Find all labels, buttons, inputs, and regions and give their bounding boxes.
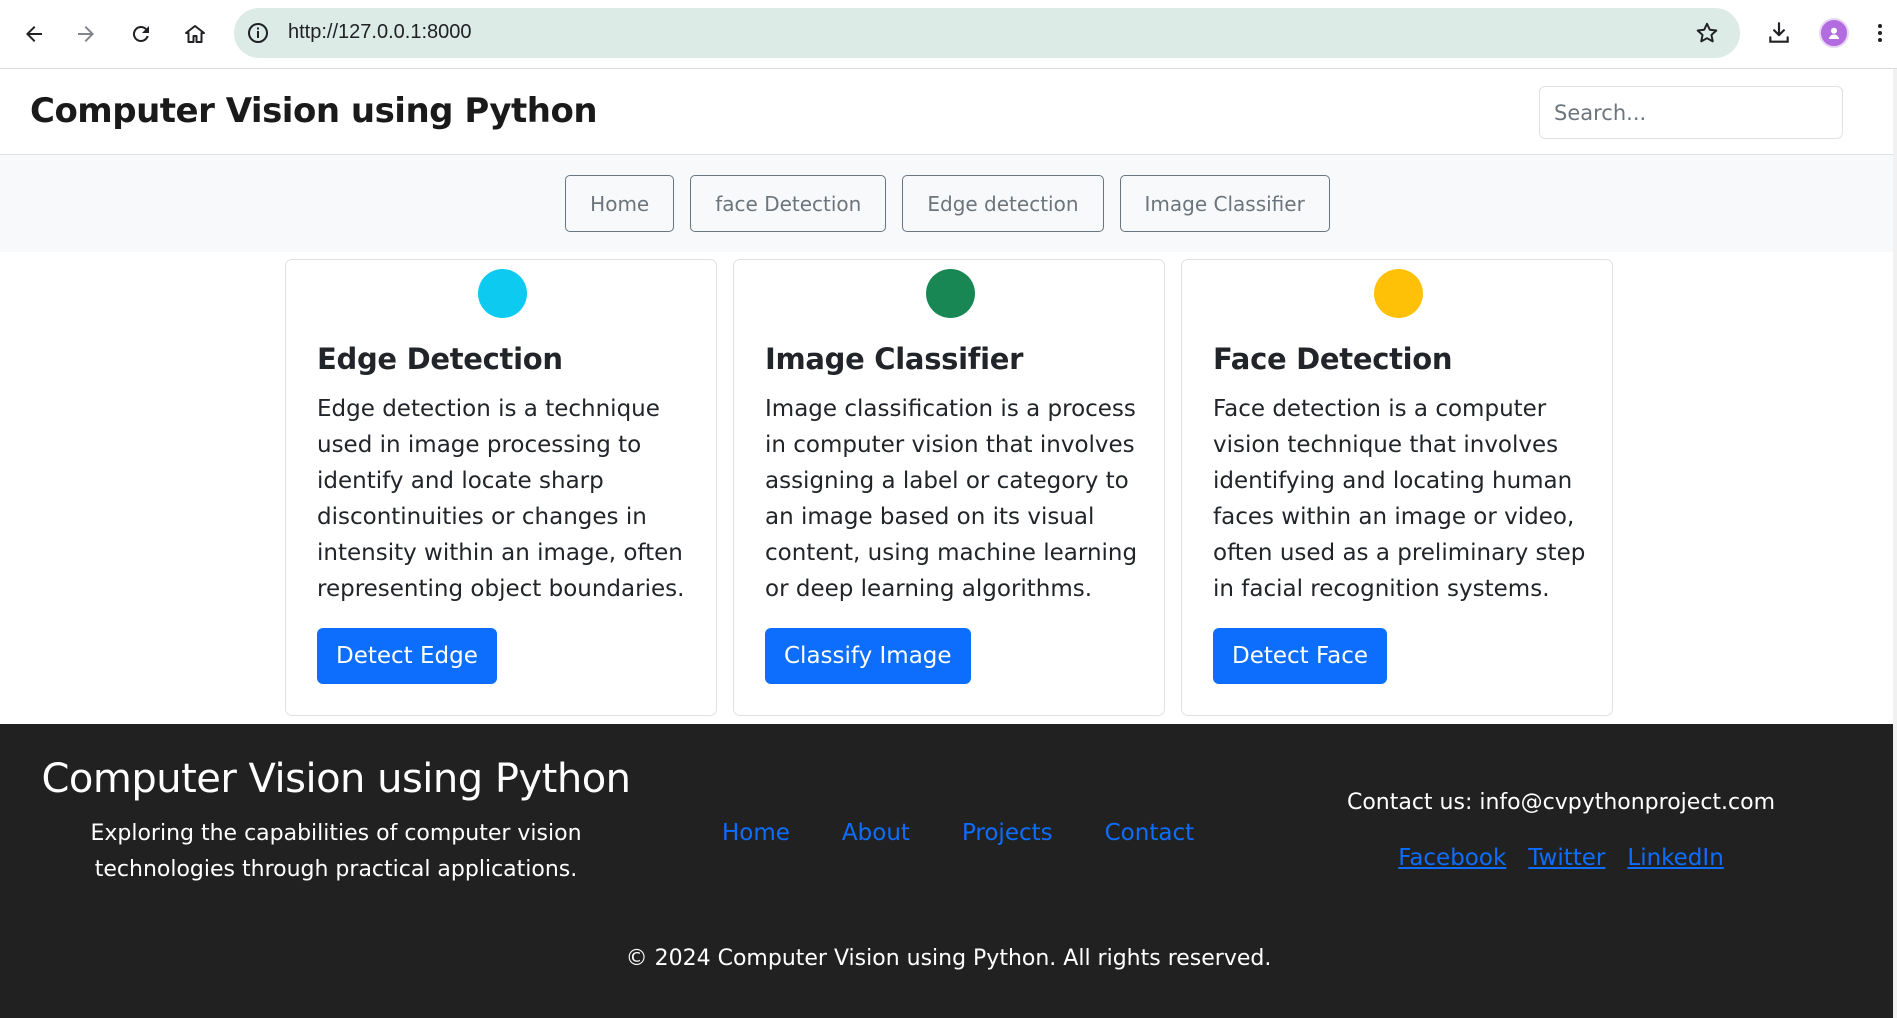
detect-face-button[interactable]: Detect Face: [1213, 628, 1388, 684]
site-title[interactable]: Computer Vision using Python: [30, 91, 598, 131]
url-text[interactable]: http://127.0.0.1:8000: [288, 21, 472, 44]
forward-icon: [78, 26, 94, 42]
more-menu-icon: [1878, 24, 1882, 42]
profile-avatar: [1819, 18, 1849, 48]
face-detection-card: Face Detection Face detection is a compu…: [1181, 259, 1613, 716]
card-text: Face detection is a computer vision tech…: [1213, 396, 1586, 602]
search-input[interactable]: [1539, 86, 1843, 139]
bookmark-star-icon[interactable]: [1694, 20, 1720, 46]
card-title: Face Detection: [1213, 342, 1453, 376]
main-nav: Home face Detection Edge detection Image…: [0, 155, 1897, 252]
footer-link-projects[interactable]: Projects: [962, 820, 1053, 846]
contact-email: Contact us: info@cvpythonproject.com: [1346, 790, 1776, 815]
detect-edge-button[interactable]: Detect Edge: [317, 628, 497, 684]
twitter-link[interactable]: Twitter: [1528, 845, 1605, 871]
footer-brand: Computer Vision using Python Exploring t…: [0, 756, 672, 888]
footer-links: Home About Projects Contact: [722, 820, 1194, 846]
address-bar[interactable]: http://127.0.0.1:8000: [234, 8, 1740, 58]
card-dot-icon: [478, 269, 527, 318]
classify-image-button[interactable]: Classify Image: [765, 628, 971, 684]
footer-link-home[interactable]: Home: [722, 820, 790, 846]
card-title: Edge Detection: [317, 342, 563, 376]
reload-button[interactable]: [121, 14, 161, 54]
site-info-icon[interactable]: [246, 21, 270, 45]
facebook-link[interactable]: Facebook: [1398, 845, 1506, 871]
nav-face-detection-button[interactable]: face Detection: [690, 175, 887, 232]
nav-home-button[interactable]: Home: [565, 175, 675, 232]
card-dot-icon: [926, 269, 975, 318]
site-footer: Computer Vision using Python Exploring t…: [0, 724, 1897, 1018]
linkedin-link[interactable]: LinkedIn: [1627, 845, 1723, 871]
reload-icon: [132, 25, 149, 42]
back-icon: [26, 26, 42, 42]
more-menu-button[interactable]: [1868, 17, 1892, 49]
profile-button[interactable]: [1818, 17, 1850, 49]
home-button[interactable]: [175, 14, 215, 54]
download-icon: [1769, 22, 1789, 43]
feature-cards: Edge Detection Edge detection is a techn…: [285, 259, 1613, 716]
download-button[interactable]: [1763, 17, 1795, 49]
card-dot-icon: [1374, 269, 1423, 318]
back-button[interactable]: [14, 14, 54, 54]
edge-detection-card: Edge Detection Edge detection is a techn…: [285, 259, 717, 716]
footer-contact: Contact us: info@cvpythonproject.com Fac…: [1326, 790, 1796, 871]
nav-edge-detection-button[interactable]: Edge detection: [902, 175, 1104, 232]
image-classifier-card: Image Classifier Image classification is…: [733, 259, 1165, 716]
browser-toolbar: http://127.0.0.1:8000: [0, 0, 1897, 69]
home-icon: [185, 25, 205, 43]
nav-image-classifier-button[interactable]: Image Classifier: [1119, 175, 1330, 232]
social-links: Facebook Twitter LinkedIn: [1326, 845, 1796, 871]
copyright: © 2024 Computer Vision using Python. All…: [625, 946, 1272, 971]
card-text: Edge detection is a technique used in im…: [317, 396, 685, 602]
footer-title: Computer Vision using Python: [41, 756, 631, 802]
person-icon: [1828, 27, 1840, 39]
forward-button[interactable]: [66, 14, 106, 54]
footer-link-contact[interactable]: Contact: [1105, 820, 1194, 846]
scrollbar[interactable]: [1893, 69, 1897, 1018]
card-text: Image classification is a process in com…: [765, 396, 1138, 602]
footer-tagline: Exploring the capabilities of computer v…: [90, 821, 582, 882]
card-title: Image Classifier: [765, 342, 1024, 376]
site-header: Computer Vision using Python: [0, 69, 1897, 155]
footer-link-about[interactable]: About: [842, 820, 910, 846]
